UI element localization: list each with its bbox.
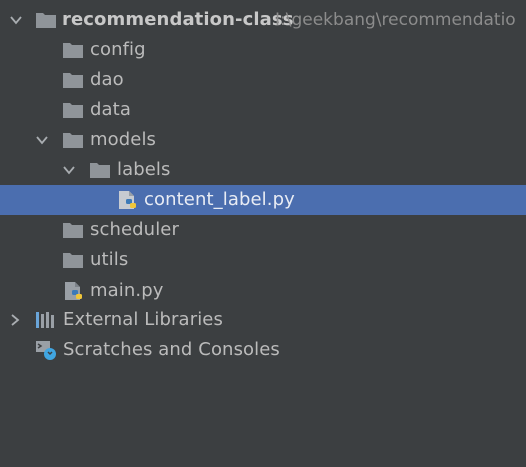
tree-item-scheduler[interactable]: scheduler [0, 215, 526, 245]
tree-item-label: data [90, 99, 131, 120]
library-icon [36, 312, 54, 328]
tree-item-label: dao [90, 69, 124, 90]
folder-icon [63, 43, 83, 58]
python-file-icon [119, 191, 136, 209]
tree-item-dao[interactable]: dao [0, 65, 526, 95]
folder-icon [63, 253, 83, 268]
tree-item-external-libraries[interactable]: External Libraries [0, 305, 526, 335]
tree-item-label: scheduler [90, 219, 179, 240]
folder-icon [63, 103, 83, 118]
chevron-down-icon[interactable] [35, 133, 49, 147]
tree-item-scratches-and-consoles[interactable]: Scratches and Consoles [0, 335, 526, 365]
folder-icon [63, 73, 83, 88]
folder-icon [36, 13, 56, 28]
python-file-icon [65, 282, 82, 300]
tree-item-labels[interactable]: labels [0, 155, 526, 185]
project-root-name: recommendation-class [62, 9, 294, 30]
folder-icon [63, 223, 83, 238]
tree-item-label: main.py [90, 280, 164, 301]
chevron-right-icon[interactable] [8, 313, 22, 327]
tree-item-project-root[interactable]: recommendation-class I:\geekbang\recomme… [0, 5, 526, 35]
tree-item-utils[interactable]: utils [0, 245, 526, 275]
folder-icon [63, 133, 83, 148]
tree-item-models[interactable]: models [0, 125, 526, 155]
tree-item-data[interactable]: data [0, 95, 526, 125]
chevron-down-icon[interactable] [9, 13, 23, 27]
tree-item-label: config [90, 39, 146, 60]
tree-item-main-py[interactable]: main.py [0, 276, 526, 306]
tree-item-label: models [90, 129, 157, 150]
tree-item-label: utils [90, 249, 129, 270]
tree-item-label: External Libraries [63, 309, 223, 330]
folder-icon [90, 163, 110, 178]
tree-item-label: content_label.py [144, 189, 295, 210]
tree-item-label: labels [117, 159, 171, 180]
chevron-down-icon[interactable] [62, 163, 76, 177]
project-tree: recommendation-class I:\geekbang\recomme… [0, 0, 526, 467]
tree-item-content-label-py[interactable]: content_label.py [0, 185, 526, 215]
scratches-icon [36, 341, 56, 360]
project-root-path: I:\geekbang\recommendatio [275, 10, 516, 30]
tree-item-label: Scratches and Consoles [63, 339, 280, 360]
tree-item-config[interactable]: config [0, 35, 526, 65]
